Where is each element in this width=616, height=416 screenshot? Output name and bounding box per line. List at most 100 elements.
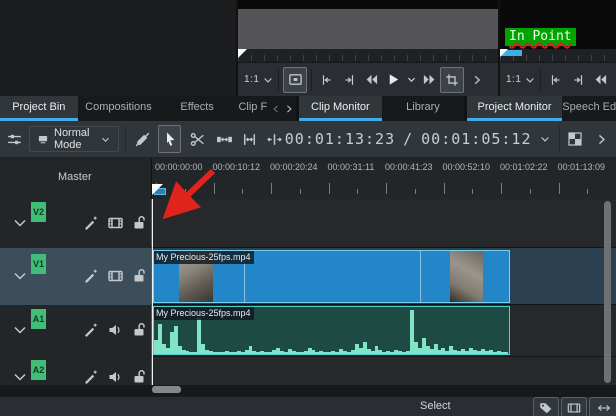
- lock-icon[interactable]: [131, 214, 147, 231]
- rewind-button[interactable]: [360, 68, 382, 92]
- tab-scroll-left-icon[interactable]: [271, 96, 282, 121]
- clip-monitor-zoom-select[interactable]: 1:1: [244, 74, 259, 85]
- chevron-down-icon: [406, 74, 417, 85]
- project-monitor-zoom-select[interactable]: 1:1: [506, 74, 521, 85]
- ruler-tick: [587, 189, 589, 194]
- tab-effects[interactable]: Effects: [159, 96, 235, 121]
- collapse-track-icon[interactable]: [12, 215, 28, 231]
- audio-clip-label: My Precious-25fps.mp4: [154, 307, 254, 320]
- monitor-overflow-button[interactable]: [466, 68, 488, 92]
- selection-tool-button[interactable]: [158, 125, 182, 153]
- timeline-playhead[interactable]: [152, 184, 163, 195]
- speaker-icon[interactable]: [107, 322, 123, 338]
- track-header-v1[interactable]: V1: [0, 248, 151, 306]
- forward-button[interactable]: [418, 68, 440, 92]
- rewind-icon: [593, 72, 608, 87]
- track-lane-v2[interactable]: [151, 199, 616, 248]
- razor-tool-button[interactable]: [187, 126, 208, 152]
- tab-speech-editor[interactable]: Speech Ed: [562, 96, 616, 121]
- collapse-track-icon[interactable]: [12, 369, 28, 385]
- mixer-button[interactable]: [564, 126, 585, 152]
- timecode-current[interactable]: 00:01:13:23: [285, 130, 395, 148]
- play-button[interactable]: [382, 68, 404, 92]
- ruler-tick: [529, 189, 531, 194]
- video-track-icon[interactable]: [107, 268, 124, 284]
- crop-zone-icon: [445, 73, 459, 87]
- timeline-ruler[interactable]: 00:00:00:00 00:00:10:12 00:00:20:24 00:00:3…: [152, 158, 616, 199]
- track-effects-icon[interactable]: [83, 322, 99, 338]
- chevron-down-icon[interactable]: [524, 74, 536, 86]
- tab-library[interactable]: Library: [382, 96, 464, 121]
- track-lane-a2[interactable]: [151, 357, 616, 385]
- clip-marker-line: [420, 251, 421, 302]
- snap-toggle-button[interactable]: [589, 397, 616, 416]
- speaker-icon[interactable]: [107, 369, 123, 385]
- rewind-button[interactable]: [589, 68, 611, 92]
- chevron-down-icon[interactable]: [262, 74, 274, 86]
- tag-filter-button[interactable]: [533, 397, 559, 416]
- lock-icon[interactable]: [131, 321, 147, 338]
- thumbnails-toggle-button[interactable]: [561, 397, 587, 416]
- set-zone-out-button[interactable]: [338, 68, 360, 92]
- pencil-slash-icon: [134, 131, 151, 148]
- toolbar-separator: [278, 68, 280, 91]
- tab-clip-properties[interactable]: Clip F: [235, 96, 271, 121]
- slip-tool-button[interactable]: [239, 126, 260, 152]
- track-target-v2[interactable]: V2: [31, 202, 46, 222]
- audio-clip[interactable]: My Precious-25fps.mp4: [153, 306, 510, 355]
- track-lane-v1[interactable]: My Precious-25fps.mp4: [151, 248, 616, 305]
- play-options-button[interactable]: [404, 68, 418, 92]
- playhead-line[interactable]: [152, 199, 153, 385]
- ripple-tool-button[interactable]: [264, 126, 285, 152]
- edit-mode-combobox[interactable]: Normal Mode: [29, 126, 119, 152]
- video-clip[interactable]: My Precious-25fps.mp4: [153, 250, 510, 303]
- lock-icon[interactable]: [131, 267, 147, 284]
- toolbar-overflow-button[interactable]: [591, 126, 612, 152]
- master-button[interactable]: Master: [58, 171, 92, 183]
- track-header-a2[interactable]: A2: [0, 357, 151, 385]
- track-target-a2[interactable]: A2: [31, 360, 46, 380]
- clip-monitor-playhead[interactable]: [238, 49, 247, 58]
- clip-monitor-ruler[interactable]: [238, 49, 498, 62]
- tab-clip-monitor[interactable]: Clip Monitor: [298, 96, 383, 121]
- zone-out-icon: [342, 73, 356, 87]
- timeline-settings-icon[interactable]: [6, 131, 23, 148]
- tab-project-monitor[interactable]: Project Monitor: [466, 96, 563, 121]
- set-zone-out-button[interactable]: [567, 68, 589, 92]
- bracket-resize-icon: [241, 131, 258, 148]
- mix-clips-button[interactable]: [132, 126, 153, 152]
- timeline-scroll-row: [0, 385, 616, 397]
- track-header-a1[interactable]: A1: [0, 305, 151, 358]
- video-track-icon[interactable]: [107, 215, 124, 231]
- rewind-icon: [364, 72, 379, 87]
- spacer-tool-button[interactable]: [214, 126, 235, 152]
- play-icon: [386, 72, 401, 87]
- horizontal-scrollbar[interactable]: [152, 386, 181, 393]
- timeline-toolbar: Normal Mode 00:01:13:23 / 00:01:05:12: [0, 121, 616, 158]
- chevron-down-icon: [100, 134, 111, 145]
- kdenlive-window: 1:1 In Point 1:1 Project Bin Composition…: [0, 0, 616, 416]
- video-clip-label: My Precious-25fps.mp4: [154, 251, 254, 264]
- track-header-v2[interactable]: V2: [0, 199, 151, 249]
- show-zone-button[interactable]: [283, 66, 308, 93]
- project-monitor-ruler[interactable]: [500, 49, 616, 62]
- track-effects-icon[interactable]: [83, 215, 99, 231]
- tab-compositions[interactable]: Compositions: [78, 96, 160, 121]
- track-target-a1[interactable]: A1: [31, 309, 46, 329]
- tab-scroll-right-icon[interactable]: [282, 96, 296, 121]
- track-target-v1[interactable]: V1: [31, 254, 46, 274]
- track-lane-a1[interactable]: My Precious-25fps.mp4: [151, 305, 616, 357]
- chevron-down-icon[interactable]: [539, 133, 551, 145]
- project-monitor-playhead[interactable]: [500, 49, 508, 57]
- zone-mode-button[interactable]: [440, 66, 465, 93]
- track-effects-icon[interactable]: [83, 369, 99, 385]
- set-zone-in-button[interactable]: [545, 68, 567, 92]
- track-effects-icon[interactable]: [83, 268, 99, 284]
- collapse-track-icon[interactable]: [12, 268, 28, 284]
- vertical-scrollbar[interactable]: [604, 201, 611, 383]
- lock-icon[interactable]: [131, 368, 147, 385]
- tab-project-bin[interactable]: Project Bin: [0, 96, 78, 121]
- collapse-track-icon[interactable]: [12, 322, 28, 338]
- set-zone-in-button[interactable]: [316, 68, 338, 92]
- ruler-tick: [414, 189, 416, 194]
